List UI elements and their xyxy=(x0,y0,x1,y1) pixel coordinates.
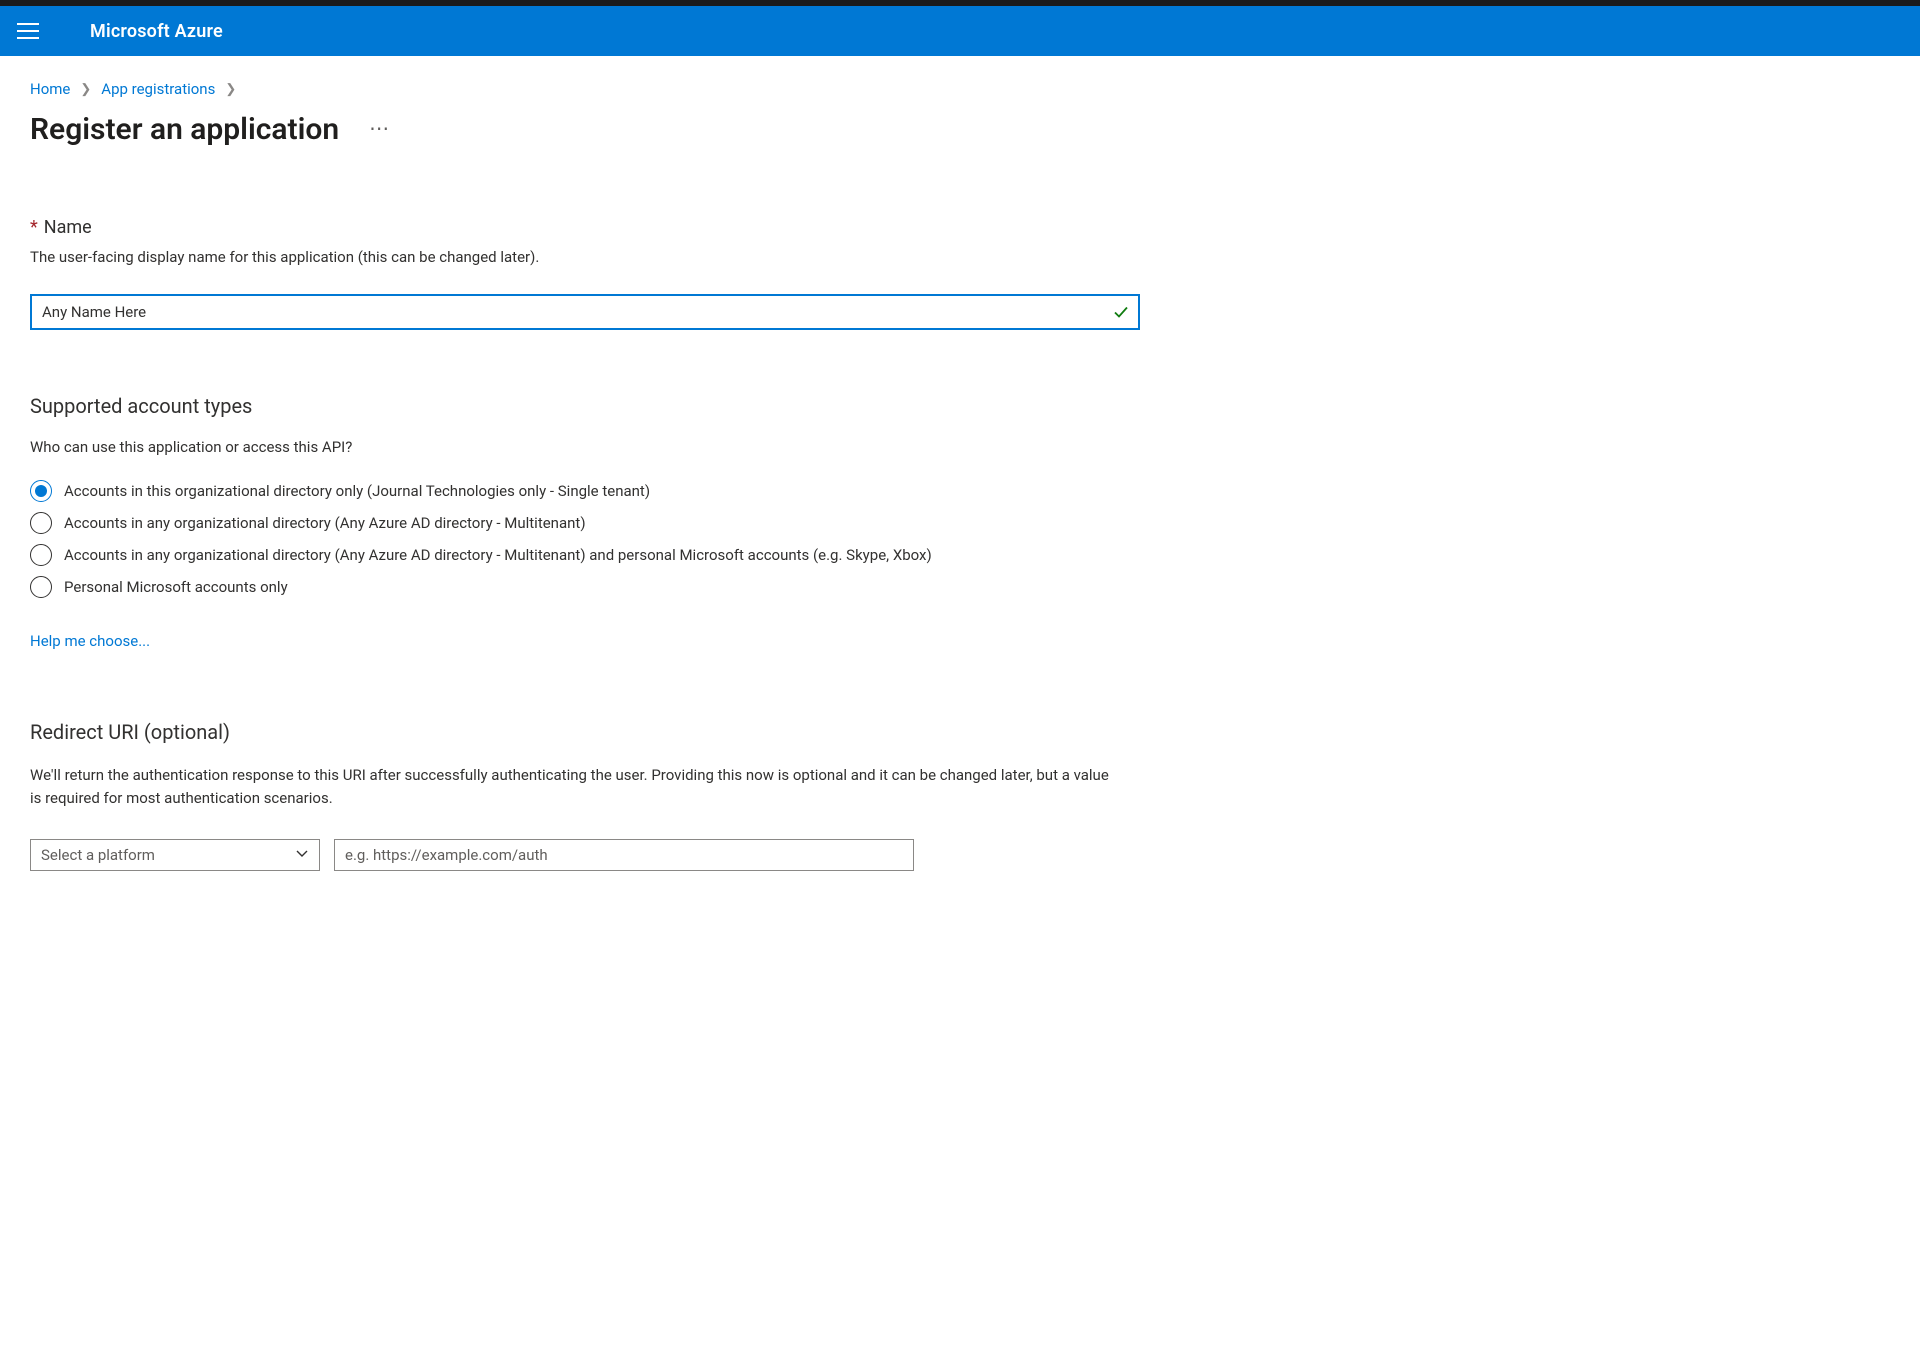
radio-label: Accounts in any organizational directory… xyxy=(64,546,932,564)
redirect-heading: Redirect URI (optional) xyxy=(30,720,1140,744)
radio-label: Accounts in any organizational directory… xyxy=(64,514,586,532)
name-input[interactable] xyxy=(30,294,1140,330)
redirect-uri-input[interactable] xyxy=(334,839,914,871)
more-actions-icon[interactable]: ⋯ xyxy=(369,118,391,142)
chevron-down-icon xyxy=(295,846,309,864)
radio-single-tenant[interactable]: Accounts in this organizational director… xyxy=(30,480,1140,502)
radio-icon xyxy=(30,544,52,566)
platform-select-value: Select a platform xyxy=(41,846,155,864)
checkmark-icon xyxy=(1112,303,1130,321)
radio-icon xyxy=(30,512,52,534)
platform-select[interactable]: Select a platform xyxy=(30,839,320,871)
breadcrumb: Home ❯ App registrations ❯ xyxy=(30,80,1890,98)
radio-label: Accounts in this organizational director… xyxy=(64,482,650,500)
radio-icon xyxy=(30,576,52,598)
radio-multitenant[interactable]: Accounts in any organizational directory… xyxy=(30,512,1140,534)
chevron-right-icon: ❯ xyxy=(80,82,91,97)
radio-multitenant-personal[interactable]: Accounts in any organizational directory… xyxy=(30,544,1140,566)
account-types-heading: Supported account types xyxy=(30,394,1140,418)
portal-header: Microsoft Azure xyxy=(0,6,1920,56)
radio-label: Personal Microsoft accounts only xyxy=(64,578,288,596)
name-field-label: *Name xyxy=(30,217,1140,238)
breadcrumb-app-registrations[interactable]: App registrations xyxy=(101,80,215,98)
radio-icon xyxy=(30,480,52,502)
redirect-description: We'll return the authentication response… xyxy=(30,764,1110,811)
radio-personal-only[interactable]: Personal Microsoft accounts only xyxy=(30,576,1140,598)
hamburger-menu-icon[interactable] xyxy=(17,23,39,39)
page-title: Register an application xyxy=(30,112,339,147)
required-asterisk: * xyxy=(30,217,38,238)
account-types-sub: Who can use this application or access t… xyxy=(30,438,1140,456)
account-types-radio-group: Accounts in this organizational director… xyxy=(30,480,1140,598)
brand-title[interactable]: Microsoft Azure xyxy=(56,21,223,42)
breadcrumb-home[interactable]: Home xyxy=(30,80,70,98)
name-field-description: The user-facing display name for this ap… xyxy=(30,248,1140,266)
help-me-choose-link[interactable]: Help me choose... xyxy=(30,632,150,650)
chevron-right-icon: ❯ xyxy=(225,82,236,97)
